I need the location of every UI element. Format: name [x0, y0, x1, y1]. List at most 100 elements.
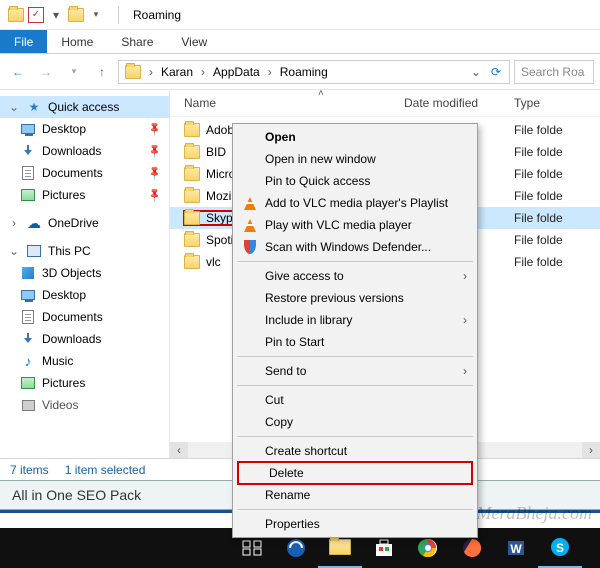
tab-share[interactable]: Share [107, 30, 167, 53]
document-icon [20, 165, 36, 181]
watermark: MeraBheja.com [477, 503, 592, 524]
nav-pictures[interactable]: Pictures📌 [0, 184, 169, 206]
document-icon [20, 309, 36, 325]
nav-music[interactable]: ♪ Music [0, 350, 169, 372]
separator [237, 509, 473, 510]
collapse-icon[interactable]: ⌄ [8, 244, 20, 258]
desktop-icon [20, 287, 36, 303]
ctx-vlc-play[interactable]: Play with VLC media player [235, 214, 475, 236]
star-icon: ★ [26, 99, 42, 115]
breadcrumb-segment[interactable]: AppData [211, 61, 262, 83]
status-count: 7 items [10, 463, 49, 477]
file-type: File folde [514, 255, 594, 269]
ctx-open[interactable]: Open [235, 126, 475, 148]
ctx-send-to[interactable]: Send to› [235, 360, 475, 382]
nav-desktop[interactable]: Desktop 📌 [0, 118, 169, 140]
chevron-right-icon[interactable]: › [264, 65, 276, 79]
folder-icon [184, 255, 200, 269]
col-type[interactable]: Type [514, 96, 594, 110]
nav-downloads-pc[interactable]: Downloads [0, 328, 169, 350]
nav-label: 3D Objects [42, 266, 101, 280]
quick-access-toolbar-item[interactable]: ✓ [28, 7, 44, 23]
ctx-rename[interactable]: Rename [235, 484, 475, 506]
back-button[interactable]: ← [6, 60, 30, 84]
ctx-delete[interactable]: Delete [237, 461, 473, 485]
ctx-copy[interactable]: Copy [235, 411, 475, 433]
ctx-cut[interactable]: Cut [235, 389, 475, 411]
nav-quick-access[interactable]: ⌄ ★ Quick access [0, 96, 169, 118]
breadcrumb-segment[interactable]: Karan [159, 61, 195, 83]
app-icon [8, 7, 24, 23]
pin-icon: 📌 [146, 121, 163, 138]
nav-3d-objects[interactable]: 3D Objects [0, 262, 169, 284]
ctx-pin-quick-access[interactable]: Pin to Quick access [235, 170, 475, 192]
breadcrumb[interactable]: › Karan › AppData › Roaming ⌄ ⟳ [118, 60, 510, 84]
address-dropdown-icon[interactable]: ⌄ [467, 65, 485, 79]
ctx-create-shortcut[interactable]: Create shortcut [235, 440, 475, 462]
folder-icon [184, 233, 200, 247]
ctx-include-library[interactable]: Include in library› [235, 309, 475, 331]
ctx-properties[interactable]: Properties [235, 513, 475, 535]
pin-icon: 📌 [146, 165, 163, 182]
nav-label: Music [42, 354, 73, 368]
ctx-give-access[interactable]: Give access to› [235, 265, 475, 287]
file-type: File folde [514, 167, 594, 181]
music-icon: ♪ [20, 353, 36, 369]
nav-desktop-pc[interactable]: Desktop [0, 284, 169, 306]
nav-label: Pictures [42, 376, 85, 390]
ctx-open-new-window[interactable]: Open in new window [235, 148, 475, 170]
nav-documents-pc[interactable]: Documents [0, 306, 169, 328]
ctx-scan-defender[interactable]: Scan with Windows Defender... [235, 236, 475, 258]
chevron-right-icon[interactable]: › [145, 65, 157, 79]
column-headers[interactable]: ˄ Name Date modified Type [170, 90, 600, 117]
status-selected: 1 item selected [65, 463, 146, 477]
pin-icon: 📌 [146, 143, 163, 160]
chevron-right-icon: › [463, 313, 467, 327]
nav-onedrive[interactable]: ›☁OneDrive [0, 212, 169, 234]
col-name[interactable]: Name [184, 96, 404, 110]
nav-this-pc[interactable]: ⌄This PC [0, 240, 169, 262]
taskbar-word-icon[interactable]: W [494, 528, 538, 568]
chevron-right-icon: › [463, 269, 467, 283]
separator [237, 356, 473, 357]
ctx-restore-versions[interactable]: Restore previous versions [235, 287, 475, 309]
nav-documents[interactable]: Documents📌 [0, 162, 169, 184]
expand-icon[interactable]: › [8, 216, 20, 230]
title-bar: ✓ ▾ ▾ Roaming [0, 0, 600, 30]
scroll-left-icon[interactable]: ‹ [170, 442, 188, 458]
svg-text:S: S [556, 541, 564, 555]
tab-file[interactable]: File [0, 30, 47, 53]
tab-view[interactable]: View [167, 30, 221, 53]
folder-icon [184, 211, 200, 225]
history-caret-icon[interactable]: ▾ [62, 60, 86, 84]
ctx-pin-start[interactable]: Pin to Start [235, 331, 475, 353]
folder-icon [184, 167, 200, 181]
tab-home[interactable]: Home [47, 30, 107, 53]
nav-label: Downloads [42, 332, 101, 346]
nav-label: Pictures [42, 188, 85, 202]
breadcrumb-root-icon[interactable] [123, 61, 143, 83]
breadcrumb-segment[interactable]: Roaming [278, 61, 330, 83]
taskbar-skype-icon[interactable]: S [538, 528, 582, 568]
address-bar: ← → ▾ ↑ › Karan › AppData › Roaming ⌄ ⟳ … [0, 54, 600, 90]
separator [237, 385, 473, 386]
ctx-vlc-add-playlist[interactable]: Add to VLC media player's Playlist [235, 192, 475, 214]
nav-videos[interactable]: Videos [0, 394, 169, 416]
search-input[interactable]: Search Roa [514, 60, 594, 84]
pc-icon [26, 243, 42, 259]
file-type: File folde [514, 123, 594, 137]
file-name: vlc [206, 255, 221, 269]
nav-downloads[interactable]: Downloads📌 [0, 140, 169, 162]
nav-label: Desktop [42, 122, 86, 136]
folder-icon [184, 123, 200, 137]
titlebar-overflow-icon[interactable]: ▾ [88, 7, 104, 23]
nav-pictures-pc[interactable]: Pictures [0, 372, 169, 394]
col-date[interactable]: Date modified [404, 96, 514, 110]
chevron-right-icon[interactable]: › [197, 65, 209, 79]
up-button[interactable]: ↑ [90, 60, 114, 84]
file-type: File folde [514, 145, 594, 159]
collapse-icon[interactable]: ⌄ [8, 100, 20, 114]
scroll-right-icon[interactable]: › [582, 442, 600, 458]
refresh-button[interactable]: ⟳ [487, 65, 505, 79]
titlebar-caret-icon[interactable]: ▾ [48, 7, 64, 23]
